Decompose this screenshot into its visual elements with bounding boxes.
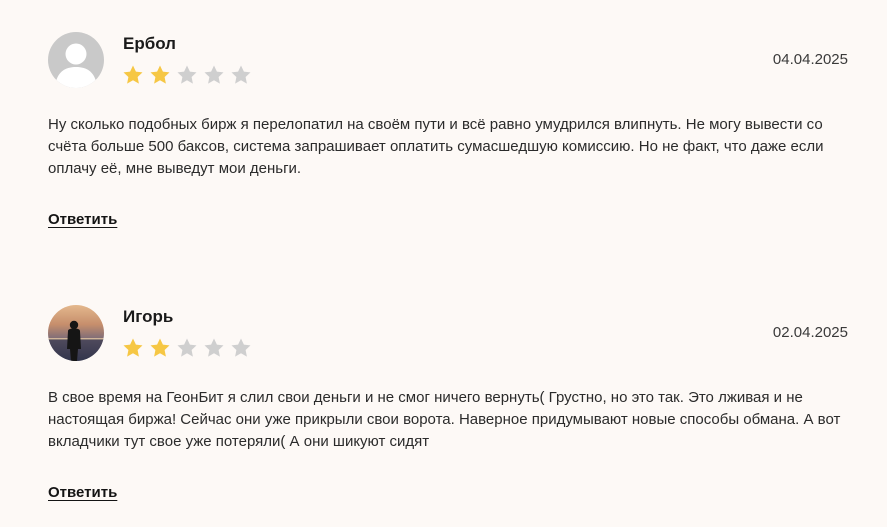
- star-filled-icon: [122, 337, 144, 359]
- user-avatar-icon: [48, 32, 104, 88]
- star-filled-icon: [149, 337, 171, 359]
- star-rating: [122, 64, 257, 86]
- reply-link[interactable]: Ответить: [48, 484, 117, 501]
- star-rating: [122, 337, 257, 359]
- review-text: Ну сколько подобных бирж я перелопатил н…: [48, 116, 824, 177]
- star-empty-icon: [230, 64, 252, 86]
- review-date: 02.04.2025: [772, 324, 848, 341]
- star-filled-icon: [149, 64, 171, 86]
- reply-link[interactable]: Ответить: [48, 211, 117, 228]
- star-empty-icon: [203, 64, 225, 86]
- review-date: 04.04.2025: [772, 51, 848, 68]
- reviews-list: Ербол 04.04.2025 Ну сколько подобных бир…: [0, 0, 887, 527]
- star-empty-icon: [230, 337, 252, 359]
- star-filled-icon: [122, 64, 144, 86]
- star-empty-icon: [203, 337, 225, 359]
- star-empty-icon: [176, 64, 198, 86]
- review-text: В свое время на ГеонБит я слил свои день…: [48, 389, 841, 450]
- star-empty-icon: [176, 337, 198, 359]
- review-author: Игорь: [123, 307, 174, 326]
- review-author: Ербол: [123, 34, 176, 53]
- user-avatar-photo: [48, 305, 104, 361]
